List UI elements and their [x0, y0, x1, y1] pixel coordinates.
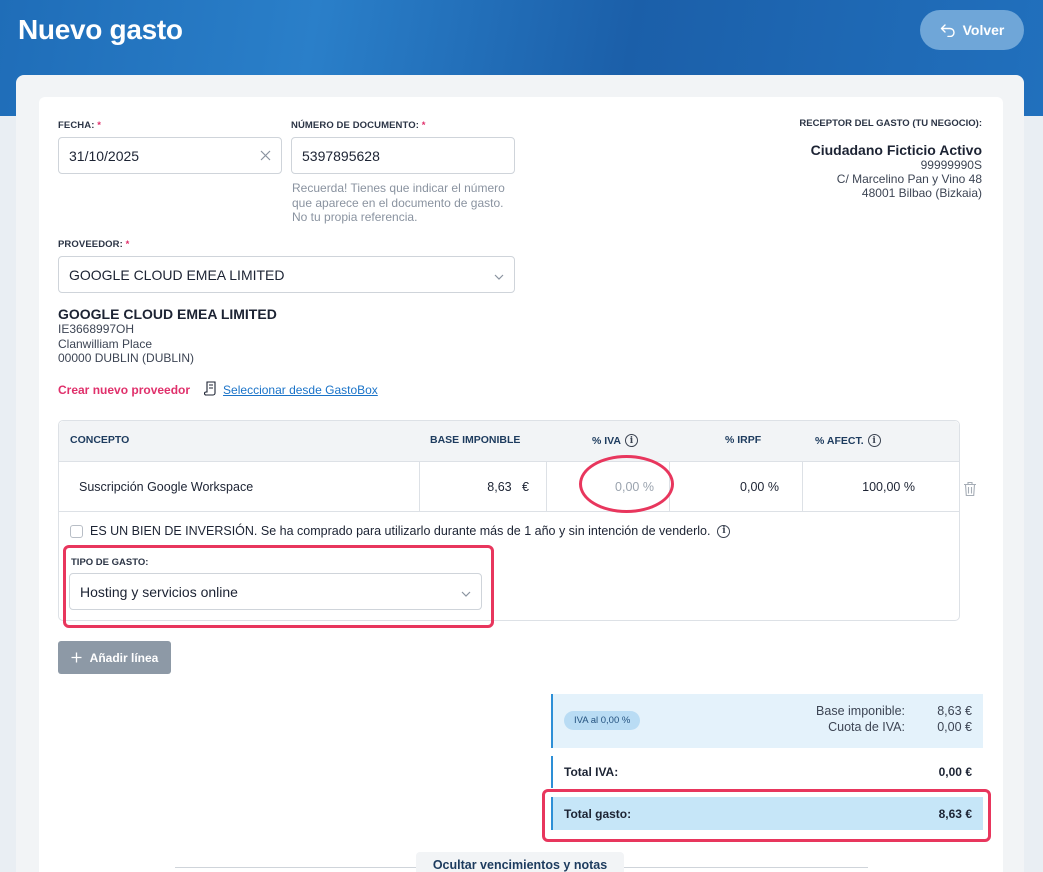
fecha-value: 31/10/2025 [69, 147, 140, 164]
page-title: Nuevo gasto [18, 14, 183, 45]
fecha-input[interactable]: 31/10/2025 [58, 137, 282, 174]
add-line-label: Añadir línea [89, 650, 159, 665]
row-afect-input[interactable]: 100,00 % [802, 462, 959, 512]
plus-icon [71, 652, 82, 663]
toggle-notes-button[interactable]: Ocultar vencimientos y notas [416, 852, 624, 872]
provider-address: Clanwilliam Place [58, 336, 153, 351]
header-irpf: % IRPF [725, 434, 762, 446]
total-iva-value: 0,00 € [938, 765, 972, 779]
total-gasto-highlight [542, 789, 991, 842]
provider-links: Crear nuevo proveedor Seleccionar desde … [58, 381, 378, 399]
select-gastobox-link[interactable]: Seleccionar desde GastoBox [223, 383, 378, 397]
receptor-city: 48001 Bilbao (Bizkaia) [861, 186, 982, 200]
trash-icon[interactable] [963, 481, 977, 502]
row-base-input[interactable]: 8,63 € [419, 462, 545, 512]
header-concepto: CONCEPTO [70, 434, 130, 446]
header-afect: % AFECT. i [815, 434, 881, 447]
divider-right [624, 867, 868, 868]
header-iva: % IVA i [592, 434, 638, 447]
chevron-down-icon [494, 267, 504, 283]
provider-nif: IE3668997OH [58, 322, 135, 336]
provider-details: GOOGLE CLOUD EMEA LIMITED IE3668997OH Cl… [58, 307, 277, 366]
receptor-name: Ciudadano Ficticio Activo [810, 142, 982, 158]
breakdown-values: 8,63 € 0,00 € [937, 704, 972, 734]
proveedor-label: PROVEEDOR: * [58, 239, 130, 250]
total-iva-row: Total IVA: 0,00 € [551, 756, 983, 788]
table-header: CONCEPTO BASE IMPONIBLE % IVA i % IRPF % … [59, 421, 959, 462]
numero-documento-label: NÚMERO DE DOCUMENTO: * [291, 120, 426, 131]
breakdown-labels: Base imponible: Cuota de IVA: [816, 704, 905, 734]
back-arrow-icon [940, 24, 955, 37]
back-button[interactable]: Volver [920, 10, 1024, 50]
receptor-nif: 99999990S [920, 158, 982, 172]
iva-badge: IVA al 0,00 % [564, 711, 641, 730]
table-row: Suscripción Google Workspace 8,63 € 0,00… [59, 462, 959, 512]
iva-breakdown: IVA al 0,00 % Base imponible: Cuota de I… [551, 694, 983, 748]
info-icon[interactable]: i [717, 524, 731, 538]
inversion-line: ES UN BIEN DE INVERSIÓN. Se ha comprado … [70, 524, 731, 538]
numero-documento-value: 5397895628 [302, 147, 380, 164]
row-concepto[interactable]: Suscripción Google Workspace [79, 462, 417, 512]
receptor-address: C/ Marcelino Pan y Vino 48 [836, 172, 982, 186]
document-icon [204, 381, 217, 399]
back-label: Volver [962, 22, 1005, 38]
add-line-button[interactable]: Añadir línea [58, 641, 171, 674]
create-provider-link[interactable]: Crear nuevo proveedor [58, 383, 190, 397]
row-irpf-input[interactable]: 0,00 % [669, 462, 801, 512]
inversion-text: ES UN BIEN DE INVERSIÓN. Se ha comprado … [90, 524, 711, 538]
receptor-block: RECEPTOR DEL GASTO (TU NEGOCIO): Ciudada… [799, 118, 982, 200]
close-icon[interactable] [260, 148, 271, 164]
receptor-label: RECEPTOR DEL GASTO (TU NEGOCIO): [799, 118, 982, 129]
inversion-checkbox[interactable] [70, 524, 83, 538]
total-iva-label: Total IVA: [564, 765, 619, 779]
info-icon[interactable]: i [624, 434, 638, 447]
numero-documento-input[interactable]: 5397895628 [291, 137, 515, 174]
info-icon[interactable]: i [867, 434, 881, 447]
header-base: BASE IMPONIBLE [430, 434, 521, 446]
proveedor-select[interactable]: GOOGLE CLOUD EMEA LIMITED [58, 256, 515, 293]
provider-city: 00000 DUBLIN (DUBLIN) [58, 351, 195, 365]
numero-documento-hint: Recuerda! Tienes que indicar el número q… [292, 181, 505, 224]
proveedor-value: GOOGLE CLOUD EMEA LIMITED [69, 266, 285, 283]
iva-highlight-circle [579, 455, 674, 513]
fecha-label: FECHA: * [58, 120, 102, 131]
divider-left [175, 867, 416, 868]
tipo-gasto-highlight [63, 545, 494, 628]
provider-name: GOOGLE CLOUD EMEA LIMITED [58, 306, 277, 322]
